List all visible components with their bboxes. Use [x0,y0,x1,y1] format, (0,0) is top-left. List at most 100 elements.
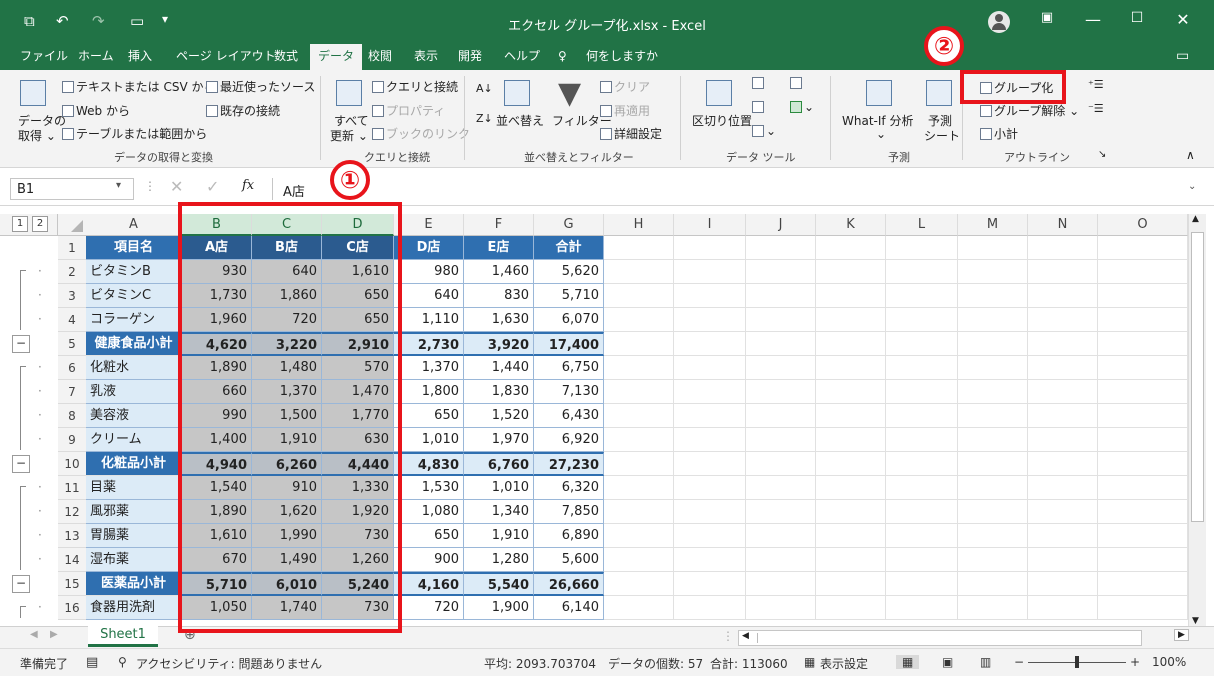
empty-cell[interactable] [886,572,958,596]
empty-cell[interactable] [816,524,886,548]
empty-cell[interactable] [886,428,958,452]
empty-cell[interactable] [886,500,958,524]
value-cell[interactable]: 4,830 [394,452,464,476]
minimize-icon[interactable]: — [1078,10,1108,29]
empty-cell[interactable] [1098,380,1188,404]
empty-cell[interactable] [1098,524,1188,548]
empty-cell[interactable] [604,428,674,452]
empty-cell[interactable] [1098,284,1188,308]
tab-help[interactable]: ヘルプ [502,44,542,70]
empty-cell[interactable] [604,260,674,284]
tab-developer[interactable]: 開発 [456,44,484,70]
empty-cell[interactable] [1028,524,1098,548]
column-header-i[interactable]: I [674,214,746,236]
empty-cell[interactable] [746,500,816,524]
empty-cell[interactable] [886,596,958,620]
empty-cell[interactable] [886,284,958,308]
empty-cell[interactable] [816,404,886,428]
empty-cell[interactable] [1028,476,1098,500]
row-header[interactable]: 14 [58,548,86,572]
tell-me-search[interactable]: 何をしますか [584,44,660,70]
value-cell[interactable]: 6,140 [534,596,604,620]
outline-collapse-button[interactable]: − [12,455,30,473]
empty-cell[interactable] [816,308,886,332]
empty-cell[interactable] [674,284,746,308]
value-cell[interactable]: 1,630 [464,308,534,332]
empty-cell[interactable] [1028,308,1098,332]
empty-cell[interactable] [674,404,746,428]
page-break-view-icon[interactable]: ▥ [980,655,991,669]
value-cell[interactable]: 640 [394,284,464,308]
empty-cell[interactable] [958,476,1028,500]
close-icon[interactable]: ✕ [1168,10,1198,29]
empty-cell[interactable] [886,380,958,404]
item-name-cell[interactable]: 目薬 [86,476,182,500]
empty-cell[interactable] [604,236,674,260]
row-header[interactable]: 3 [58,284,86,308]
empty-cell[interactable] [816,548,886,572]
empty-cell[interactable] [746,428,816,452]
empty-cell[interactable] [1028,404,1098,428]
empty-cell[interactable] [1028,548,1098,572]
zoom-in-icon[interactable]: + [1130,655,1140,669]
empty-cell[interactable] [886,332,958,356]
empty-cell[interactable] [1098,452,1188,476]
item-name-cell[interactable]: 食器用洗剤 [86,596,182,620]
empty-cell[interactable] [1098,476,1188,500]
row-header[interactable]: 6 [58,356,86,380]
empty-cell[interactable] [1098,260,1188,284]
collapse-ribbon-icon[interactable]: ∧ [1186,148,1195,162]
horizontal-scrollbar[interactable]: ◀ [738,630,1142,646]
value-cell[interactable]: 1,910 [464,524,534,548]
empty-cell[interactable] [604,404,674,428]
value-cell[interactable]: 27,230 [534,452,604,476]
value-cell[interactable]: 1,280 [464,548,534,572]
item-name-cell[interactable]: 化粧水 [86,356,182,380]
value-cell[interactable]: 6,430 [534,404,604,428]
value-cell[interactable]: 17,400 [534,332,604,356]
tab-insert[interactable]: 挿入 [126,44,154,70]
from-text-csv-button[interactable]: テキストまたは CSV から [62,78,215,95]
select-all-corner[interactable] [58,214,86,236]
empty-cell[interactable] [674,572,746,596]
empty-cell[interactable] [1028,332,1098,356]
empty-cell[interactable] [958,548,1028,572]
outline-dialog-launcher-icon[interactable]: ↘ [1098,149,1106,160]
empty-cell[interactable] [674,380,746,404]
value-cell[interactable]: 650 [394,404,464,428]
empty-cell[interactable] [816,476,886,500]
item-name-cell[interactable]: 胃腸薬 [86,524,182,548]
value-cell[interactable]: 650 [394,524,464,548]
data-validation-icon[interactable] [752,100,766,114]
outline-level-2-button[interactable]: 2 [32,216,48,232]
empty-cell[interactable] [958,572,1028,596]
column-header-j[interactable]: J [746,214,816,236]
queries-connections-button[interactable]: クエリと接続 [372,78,458,95]
from-web-button[interactable]: Web から [62,102,130,119]
empty-cell[interactable] [816,236,886,260]
header-cell[interactable]: E店 [464,236,534,260]
empty-cell[interactable] [1098,356,1188,380]
item-name-cell[interactable]: 乳液 [86,380,182,404]
value-cell[interactable]: 4,160 [394,572,464,596]
empty-cell[interactable] [816,284,886,308]
empty-cell[interactable] [1098,404,1188,428]
value-cell[interactable]: 1,440 [464,356,534,380]
column-header-e[interactable]: E [394,214,464,236]
vertical-scrollbar[interactable]: ▲ ▼ [1188,214,1206,626]
consolidate-icon[interactable]: ⌄ [790,100,814,114]
empty-cell[interactable] [604,332,674,356]
empty-cell[interactable] [816,380,886,404]
row-header[interactable]: 7 [58,380,86,404]
zoom-level[interactable]: 100% [1152,655,1186,669]
empty-cell[interactable] [604,284,674,308]
sheet-tab-sheet1[interactable]: Sheet1 [88,626,158,647]
ribbon-display-icon[interactable]: ▣ [1032,10,1062,25]
empty-cell[interactable] [746,236,816,260]
empty-cell[interactable] [674,596,746,620]
empty-cell[interactable] [746,356,816,380]
empty-cell[interactable] [886,308,958,332]
empty-cell[interactable] [604,596,674,620]
empty-cell[interactable] [886,260,958,284]
confirm-entry-icon[interactable]: ✓ [206,177,219,196]
